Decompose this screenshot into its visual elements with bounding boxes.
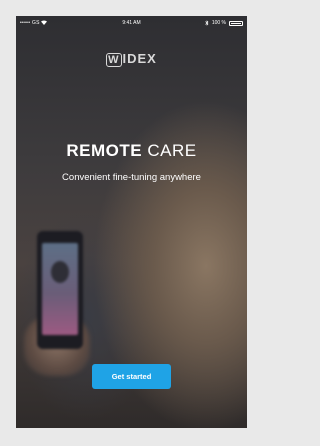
app-screen: ••••• GS 9:41 AM 100 % W IDEX REMOTE CARE…	[16, 16, 247, 428]
status-right: 100 %	[205, 16, 243, 30]
background-phone-image	[37, 231, 83, 349]
hero-title-bold: REMOTE	[66, 141, 143, 160]
brand-logo: W IDEX	[16, 51, 247, 67]
battery-percent: 100 %	[211, 20, 226, 26]
video-call-face	[51, 261, 69, 283]
phone-screen	[42, 243, 78, 335]
logo-mark: W	[106, 53, 122, 67]
hero-title-light: CARE	[147, 141, 197, 160]
bluetooth-icon	[205, 20, 209, 26]
status-bar: ••••• GS 9:41 AM 100 %	[16, 16, 247, 30]
hero-title: REMOTE CARE	[16, 141, 247, 161]
battery-icon	[229, 20, 243, 26]
hero-subtitle: Convenient fine-tuning anywhere	[62, 172, 201, 183]
get-started-button[interactable]: Get started	[92, 364, 171, 389]
logo-text: IDEX	[122, 51, 157, 66]
